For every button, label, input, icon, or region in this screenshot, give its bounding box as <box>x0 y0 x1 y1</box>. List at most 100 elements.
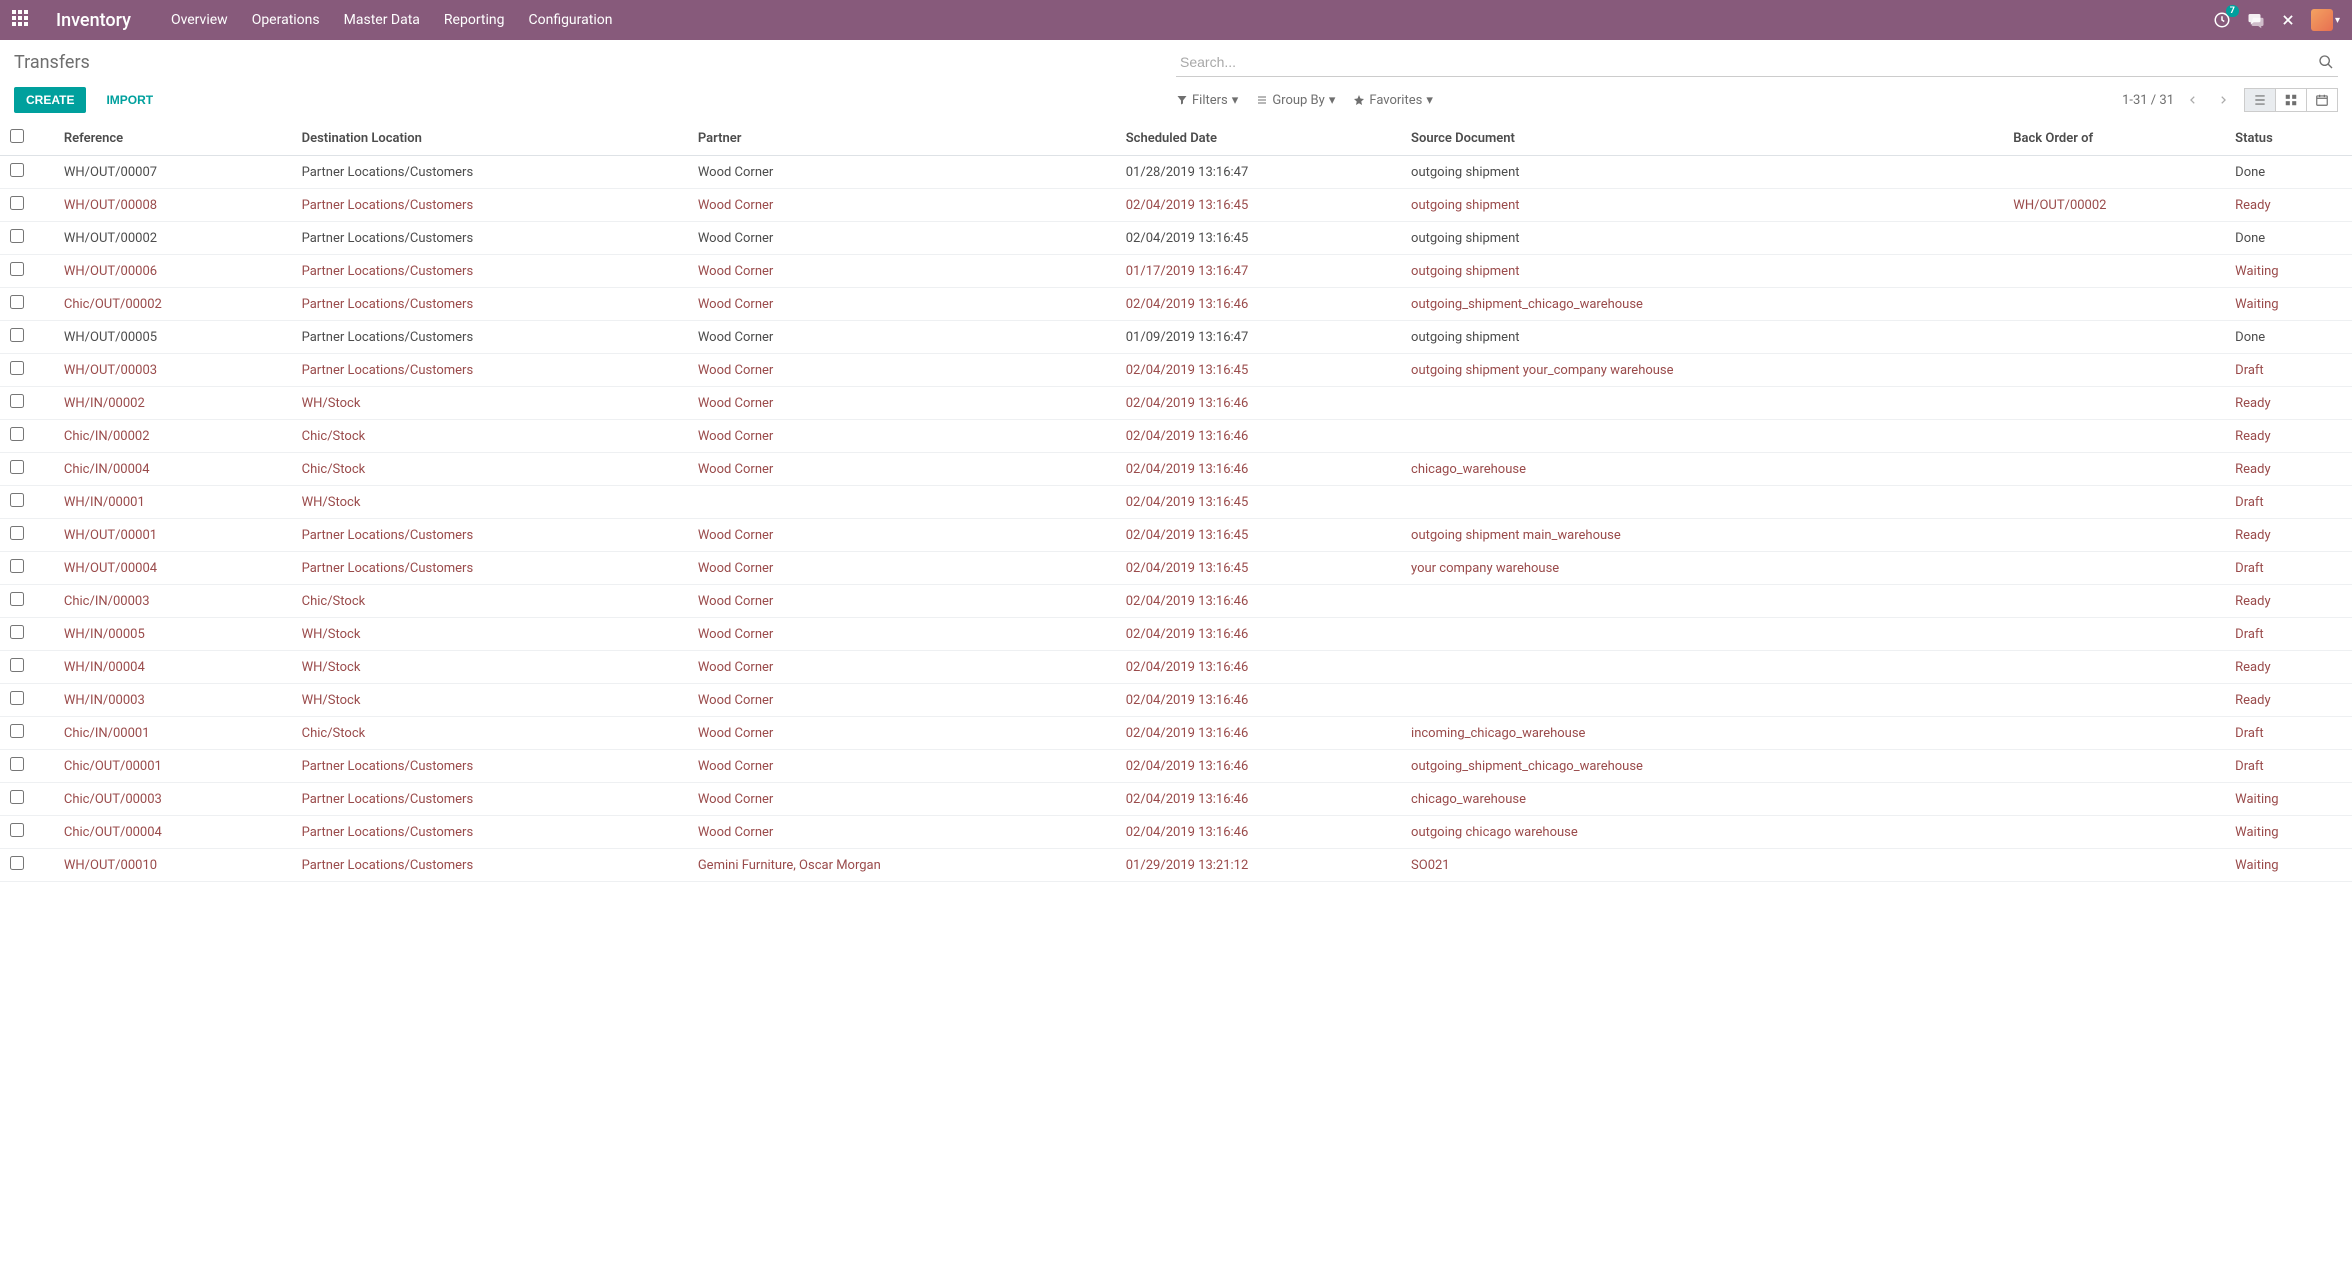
cell-destination: Chic/Stock <box>292 420 688 453</box>
nav-master-data[interactable]: Master Data <box>344 12 420 28</box>
activity-icon[interactable]: 7 <box>2213 11 2231 29</box>
pager: 1-31 / 31 <box>2122 89 2234 111</box>
table-row[interactable]: Chic/IN/00001 Chic/Stock Wood Corner 02/… <box>0 717 2352 750</box>
table-row[interactable]: Chic/OUT/00004 Partner Locations/Custome… <box>0 816 2352 849</box>
view-list-button[interactable] <box>2244 88 2276 112</box>
cell-status: Draft <box>2225 717 2352 750</box>
row-checkbox[interactable] <box>10 262 24 276</box>
row-checkbox[interactable] <box>10 361 24 375</box>
cell-status: Ready <box>2225 519 2352 552</box>
cell-destination: Partner Locations/Customers <box>292 552 688 585</box>
col-source-document[interactable]: Source Document <box>1401 121 2003 156</box>
table-row[interactable]: WH/OUT/00010 Partner Locations/Customers… <box>0 849 2352 882</box>
table-row[interactable]: WH/OUT/00006 Partner Locations/Customers… <box>0 255 2352 288</box>
row-checkbox[interactable] <box>10 559 24 573</box>
row-checkbox[interactable] <box>10 691 24 705</box>
row-checkbox[interactable] <box>10 196 24 210</box>
table-row[interactable]: Chic/IN/00002 Chic/Stock Wood Corner 02/… <box>0 420 2352 453</box>
row-checkbox[interactable] <box>10 592 24 606</box>
col-status[interactable]: Status <box>2225 121 2352 156</box>
row-checkbox[interactable] <box>10 394 24 408</box>
close-icon[interactable] <box>2281 13 2295 27</box>
row-checkbox[interactable] <box>10 526 24 540</box>
nav-configuration[interactable]: Configuration <box>528 12 612 28</box>
cell-back-order <box>2003 750 2225 783</box>
col-back-order[interactable]: Back Order of <box>2003 121 2225 156</box>
table-row[interactable]: WH/OUT/00007 Partner Locations/Customers… <box>0 156 2352 189</box>
col-reference[interactable]: Reference <box>54 121 292 156</box>
table-row[interactable]: WH/IN/00002 WH/Stock Wood Corner 02/04/2… <box>0 387 2352 420</box>
row-checkbox[interactable] <box>10 493 24 507</box>
cell-status: Draft <box>2225 618 2352 651</box>
pager-prev[interactable] <box>2182 89 2204 111</box>
table-row[interactable]: WH/IN/00001 WH/Stock 02/04/2019 13:16:45… <box>0 486 2352 519</box>
col-destination[interactable]: Destination Location <box>292 121 688 156</box>
cell-source-document: incoming_chicago_warehouse <box>1401 717 2003 750</box>
table-row[interactable]: Chic/OUT/00002 Partner Locations/Custome… <box>0 288 2352 321</box>
cell-scheduled-date: 01/28/2019 13:16:47 <box>1116 156 1401 189</box>
table-row[interactable]: WH/OUT/00001 Partner Locations/Customers… <box>0 519 2352 552</box>
favorites-menu[interactable]: Favorites ▾ <box>1353 93 1433 108</box>
groupby-menu[interactable]: Group By ▾ <box>1256 93 1335 108</box>
row-checkbox[interactable] <box>10 856 24 870</box>
pager-range[interactable]: 1-31 / 31 <box>2122 93 2174 108</box>
kanban-view-icon <box>2284 93 2298 107</box>
select-all-checkbox[interactable] <box>10 129 24 143</box>
pager-next[interactable] <box>2212 89 2234 111</box>
table-row[interactable]: WH/IN/00005 WH/Stock Wood Corner 02/04/2… <box>0 618 2352 651</box>
row-checkbox[interactable] <box>10 460 24 474</box>
filters-menu[interactable]: Filters ▾ <box>1176 93 1238 108</box>
col-partner[interactable]: Partner <box>688 121 1116 156</box>
cell-reference: Chic/IN/00002 <box>54 420 292 453</box>
table-row[interactable]: WH/OUT/00004 Partner Locations/Customers… <box>0 552 2352 585</box>
cell-destination: WH/Stock <box>292 618 688 651</box>
row-checkbox[interactable] <box>10 163 24 177</box>
row-checkbox[interactable] <box>10 328 24 342</box>
cell-back-order <box>2003 288 2225 321</box>
cell-scheduled-date: 02/04/2019 13:16:46 <box>1116 453 1401 486</box>
cell-reference: WH/OUT/00003 <box>54 354 292 387</box>
table-row[interactable]: WH/OUT/00002 Partner Locations/Customers… <box>0 222 2352 255</box>
row-checkbox[interactable] <box>10 823 24 837</box>
row-checkbox[interactable] <box>10 790 24 804</box>
table-row[interactable]: Chic/OUT/00001 Partner Locations/Custome… <box>0 750 2352 783</box>
search-input[interactable] <box>1176 48 2314 76</box>
star-icon <box>1353 94 1365 106</box>
cell-status: Waiting <box>2225 255 2352 288</box>
table-row[interactable]: Chic/IN/00003 Chic/Stock Wood Corner 02/… <box>0 585 2352 618</box>
calendar-view-icon <box>2315 93 2329 107</box>
discuss-icon[interactable] <box>2247 11 2265 29</box>
table-row[interactable]: WH/OUT/00003 Partner Locations/Customers… <box>0 354 2352 387</box>
cell-source-document: SO021 <box>1401 849 2003 882</box>
import-button[interactable]: IMPORT <box>96 87 163 113</box>
row-checkbox[interactable] <box>10 757 24 771</box>
view-kanban-button[interactable] <box>2276 88 2307 112</box>
cell-reference: WH/OUT/00010 <box>54 849 292 882</box>
app-title[interactable]: Inventory <box>56 10 131 31</box>
nav-overview[interactable]: Overview <box>171 12 228 28</box>
cell-back-order <box>2003 585 2225 618</box>
search-icon[interactable] <box>2314 50 2338 74</box>
caret-down-icon: ▾ <box>2335 15 2340 26</box>
table-row[interactable]: Chic/OUT/00003 Partner Locations/Custome… <box>0 783 2352 816</box>
table-row[interactable]: Chic/IN/00004 Chic/Stock Wood Corner 02/… <box>0 453 2352 486</box>
row-checkbox[interactable] <box>10 625 24 639</box>
cell-source-document: outgoing shipment main_warehouse <box>1401 519 2003 552</box>
cell-partner: Wood Corner <box>688 618 1116 651</box>
create-button[interactable]: CREATE <box>14 87 86 113</box>
row-checkbox[interactable] <box>10 295 24 309</box>
row-checkbox[interactable] <box>10 427 24 441</box>
row-checkbox[interactable] <box>10 724 24 738</box>
table-row[interactable]: WH/IN/00004 WH/Stock Wood Corner 02/04/2… <box>0 651 2352 684</box>
nav-reporting[interactable]: Reporting <box>444 12 505 28</box>
table-row[interactable]: WH/IN/00003 WH/Stock Wood Corner 02/04/2… <box>0 684 2352 717</box>
table-row[interactable]: WH/OUT/00008 Partner Locations/Customers… <box>0 189 2352 222</box>
table-row[interactable]: WH/OUT/00005 Partner Locations/Customers… <box>0 321 2352 354</box>
apps-launcher-icon[interactable] <box>12 10 32 30</box>
nav-operations[interactable]: Operations <box>252 12 320 28</box>
row-checkbox[interactable] <box>10 229 24 243</box>
user-menu[interactable]: ▾ <box>2311 9 2340 31</box>
view-calendar-button[interactable] <box>2307 88 2338 112</box>
col-scheduled-date[interactable]: Scheduled Date <box>1116 121 1401 156</box>
row-checkbox[interactable] <box>10 658 24 672</box>
